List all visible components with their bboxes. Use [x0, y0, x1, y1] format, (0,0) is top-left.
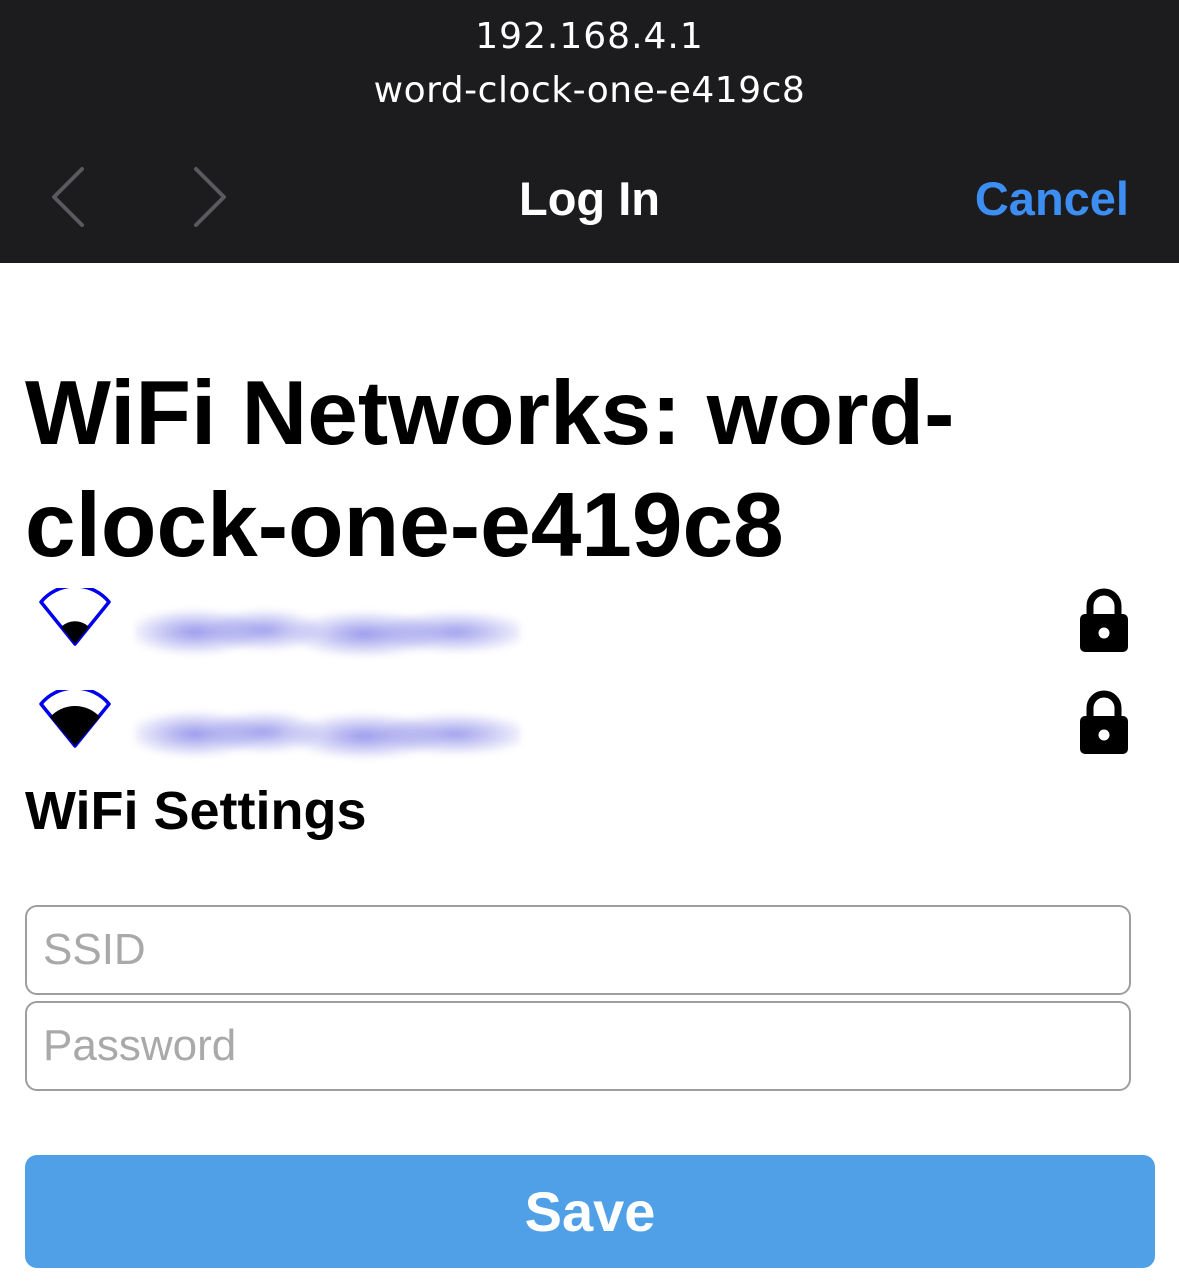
password-input[interactable] [25, 1001, 1131, 1091]
network-item[interactable] [0, 580, 1179, 672]
wifi-weak-icon [39, 588, 111, 646]
ssid-input[interactable] [25, 905, 1131, 995]
browser-bar: 192.168.4.1 word-clock-one-e419c8 Log In… [0, 0, 1179, 263]
network-ssid-redacted [135, 582, 520, 672]
network-ssid-redacted [135, 684, 520, 774]
save-button[interactable]: Save [25, 1155, 1155, 1268]
url-text: 192.168.4.1 [475, 16, 704, 57]
lock-icon [1080, 690, 1128, 754]
networks-heading: WiFi Networks: word-clock-one-e419c8 [25, 363, 955, 576]
network-item[interactable] [0, 682, 1179, 774]
cancel-button[interactable]: Cancel [975, 171, 1129, 226]
wifi-medium-icon [39, 690, 111, 748]
host-text: word-clock-one-e419c8 [373, 70, 806, 111]
lock-icon [1080, 588, 1128, 652]
settings-heading: WiFi Settings [25, 781, 367, 841]
